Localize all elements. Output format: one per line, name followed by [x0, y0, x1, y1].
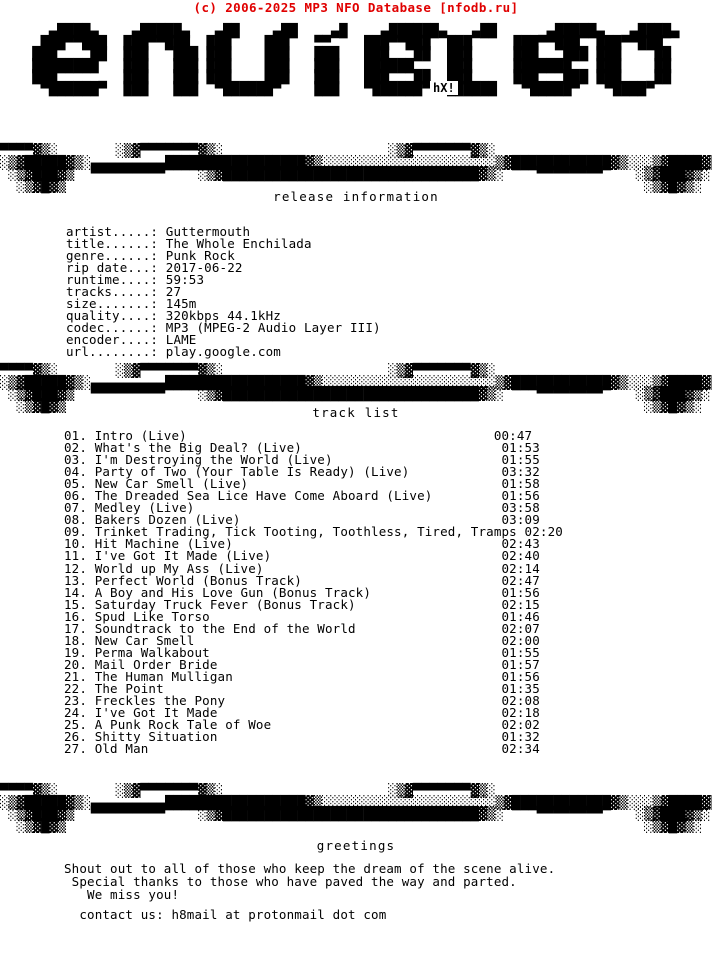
nfo-document: (c) 2006-2025 MP3 NFO Database [nfodb.ru… [0, 0, 712, 972]
greetings-heading: greetings [316, 838, 396, 853]
track-list-body: 01. Intro (Live) 00:47 02. What's the Bi… [64, 428, 563, 757]
track-list-heading: track list [312, 405, 400, 420]
release-information-body: artist.....: Guttermouth title......: Th… [66, 224, 381, 360]
release-information-heading: release information [273, 189, 439, 204]
copyright-banner: (c) 2006-2025 MP3 NFO Database [nfodb.ru… [193, 0, 519, 15]
ascii-logo-artist-tag: hX! [430, 81, 458, 95]
divider-bar-bottom: ▀▀▀▀▓▒░ ░▒▓▀▀▀▀▀▀▀▓▒░ ░▒▓▀▀▀▀▀▀▀▓▒░ ░▒▓█… [0, 784, 712, 834]
contact-line: contact us: h8mail at protonmail dot com [64, 907, 387, 922]
ascii-logo: ▄████▄ ▄█████▄ ▄██ ▄██ ▄█ ▄██████▄ ▄██ ▄… [0, 24, 712, 144]
ascii-logo-art: ▄████▄ ▄█████▄ ▄██ ▄██ ▄█ ▄██████▄ ▄██ ▄… [32, 24, 680, 97]
greetings-body: Shout out to all of those who keep the d… [64, 861, 556, 902]
divider-bar-middle: ▀▀▀▀▓▒░ ░▒▓▀▀▀▀▀▀▀▓▒░ ░▒▓▀▀▀▀▀▀▀▓▒░ ░▒▓█… [0, 364, 712, 414]
divider-bar-top: ▀▀▀▀▓▒░ ░▒▓▀▀▀▀▀▀▀▓▒░ ░▒▓▀▀▀▀▀▀▀▓▒░ ░▒▓█… [0, 144, 712, 194]
